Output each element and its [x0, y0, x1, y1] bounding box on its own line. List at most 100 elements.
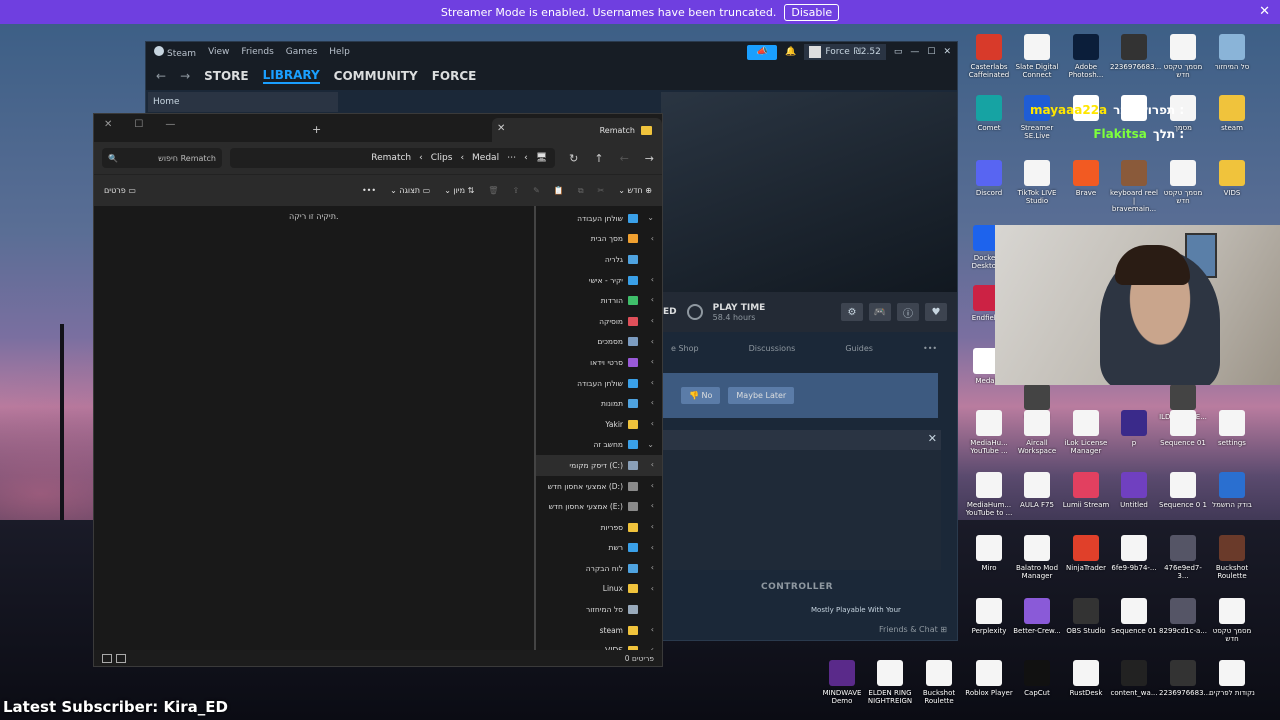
nav-community[interactable]: COMMUNITY	[334, 69, 418, 83]
desktop-shortcut[interactable]: steam	[1208, 95, 1256, 132]
desktop-shortcut[interactable]: OBS Studio	[1062, 598, 1110, 635]
desktop-shortcut[interactable]: Brave	[1062, 160, 1110, 197]
desktop-shortcut[interactable]: מסמך טקסט חדש	[1159, 34, 1207, 79]
sidebar-item[interactable]: דיסק מקומי (C:) ‹	[536, 455, 662, 476]
sidebar-item[interactable]: Linux ‹	[536, 579, 662, 600]
breadcrumb-item[interactable]: Clips	[431, 153, 453, 163]
sidebar-item[interactable]: סרטי וידאו ‹	[536, 352, 662, 373]
maximize-icon[interactable]: ☐	[927, 47, 935, 57]
user-account-button[interactable]: Force ₪2.52	[804, 44, 886, 60]
rename-icon[interactable]: ✎	[533, 186, 540, 195]
desktop-shortcut[interactable]: Aircall Workspace	[1013, 410, 1061, 455]
close-banner-icon[interactable]: ✕	[1259, 4, 1270, 19]
desktop-shortcut[interactable]: בודק החשמל	[1208, 472, 1256, 509]
desktop-shortcut[interactable]: settings	[1208, 410, 1256, 447]
desktop-shortcut[interactable]: MediaHum... YouTube to ...	[965, 472, 1013, 517]
nav-store[interactable]: STORE	[204, 69, 248, 83]
back-arrow-icon[interactable]: ←	[156, 69, 166, 83]
chevron-icon[interactable]: ‹	[651, 543, 654, 552]
desktop-shortcut[interactable]: נקודות לפרקים	[1208, 660, 1256, 697]
sidebar-item[interactable]: גלריה	[536, 249, 662, 270]
chevron-icon[interactable]: ‹	[651, 501, 654, 510]
no-button[interactable]: 👎 No	[681, 387, 721, 404]
details-view-icon[interactable]	[116, 653, 126, 663]
desktop-shortcut[interactable]: Sequence 01	[1159, 410, 1207, 447]
sidebar-item[interactable]: שולחן העבודה ⌄	[536, 208, 662, 229]
settings-gear-icon[interactable]: ⚙	[841, 303, 863, 321]
chevron-icon[interactable]: ‹	[651, 316, 654, 325]
desktop-shortcut[interactable]: Sequence 0 1	[1159, 472, 1207, 509]
desktop-shortcut[interactable]: Balatro Mod Manager	[1013, 535, 1061, 580]
panel-close-icon[interactable]: ✕	[928, 432, 937, 445]
desktop-shortcut[interactable]: מסמך טקסט חדש	[1159, 160, 1207, 205]
desktop-shortcut[interactable]: סל המיחזור	[1208, 34, 1256, 71]
sidebar-item[interactable]: סל המיחזור	[536, 599, 662, 620]
desktop-shortcut[interactable]: VIDS	[1208, 160, 1256, 197]
sidebar-item[interactable]: אמצעי אחסון חדש (D:) ‹	[536, 476, 662, 497]
chevron-icon[interactable]: ‹	[651, 357, 654, 366]
desktop-shortcut[interactable]: Perplexity	[965, 598, 1013, 635]
chevron-icon[interactable]: ‹	[651, 398, 654, 407]
desktop-shortcut[interactable]: Adobe Photosh...	[1062, 34, 1110, 79]
sidebar-item[interactable]: אמצעי אחסון חדש (E:) ‹	[536, 496, 662, 517]
tab-shop[interactable]: e Shop	[671, 344, 699, 353]
notification-bell-icon[interactable]: 🔔	[785, 47, 796, 57]
nav-profile[interactable]: FORCE	[432, 69, 477, 83]
sidebar-item[interactable]: ספריות ‹	[536, 517, 662, 538]
view-button[interactable]: ⌄ תצוגה ▭	[390, 186, 430, 195]
info-icon[interactable]: ⓘ	[897, 303, 919, 321]
chevron-icon[interactable]: ‹	[651, 625, 654, 634]
desktop-shortcut[interactable]: TikTok LIVE Studio	[1013, 160, 1061, 205]
chevron-icon[interactable]: ‹	[651, 234, 654, 243]
sidebar-item[interactable]: מסמכים ‹	[536, 332, 662, 353]
close-icon[interactable]: ✕	[104, 119, 112, 130]
chevron-icon[interactable]: ‹	[651, 419, 654, 428]
new-button[interactable]: ⌄ חדש ⊕	[618, 186, 652, 195]
forward-arrow-icon[interactable]: →	[180, 69, 190, 83]
desktop-shortcut[interactable]: Slate Digital Connect	[1013, 34, 1061, 79]
friends-chat-button[interactable]: Friends & Chat ⊞	[879, 625, 947, 634]
breadcrumb-item[interactable]: Medal	[472, 153, 499, 163]
chevron-icon[interactable]: ‹	[651, 563, 654, 572]
desktop-shortcut[interactable]: MINDWAVE Demo	[818, 660, 866, 705]
desktop-shortcut[interactable]: 2236976683...	[1110, 34, 1161, 71]
sidebar-item[interactable]: מוסיקה ‹	[536, 311, 662, 332]
sidebar-item[interactable]: Yakir ‹	[536, 414, 662, 435]
desktop-shortcut[interactable]: 476e9ed7-3...	[1159, 535, 1207, 580]
steam-menu-games[interactable]: Games	[286, 47, 317, 57]
desktop-shortcut[interactable]: Comet	[965, 95, 1013, 132]
chevron-icon[interactable]: ‹	[651, 584, 654, 593]
sidebar-item[interactable]: לוח הבקרה ‹	[536, 558, 662, 579]
desktop-shortcut[interactable]: Better-Crew...	[1013, 598, 1061, 635]
share-icon[interactable]: ⇪	[512, 186, 519, 195]
sidebar-item[interactable]: הורדות ‹	[536, 290, 662, 311]
sidebar-item[interactable]: steam ‹	[536, 620, 662, 641]
maximize-icon[interactable]: ☐	[134, 119, 143, 130]
breadcrumb[interactable]: Rematch ‹ Clips ‹ Medal ⋯ ‹ 🖥	[230, 148, 556, 168]
disable-streamer-mode-button[interactable]: Disable	[784, 3, 840, 21]
chevron-icon[interactable]: ‹	[651, 295, 654, 304]
copy-icon[interactable]: ⧉	[578, 186, 584, 196]
delete-icon[interactable]: 🗑	[488, 186, 498, 195]
refresh-icon[interactable]: ↻	[569, 152, 578, 165]
forward-arrow-icon[interactable]: ←	[620, 152, 629, 165]
desktop-shortcut[interactable]: content_wa...	[1110, 660, 1158, 697]
controller-icon[interactable]: 🎮	[869, 303, 891, 321]
desktop-shortcut[interactable]: p	[1110, 410, 1158, 447]
tab-guides[interactable]: Guides	[845, 344, 873, 353]
desktop-shortcut[interactable]: Roblox Player	[965, 660, 1013, 697]
sidebar-item[interactable]: רשת ‹	[536, 538, 662, 559]
favorite-heart-icon[interactable]: ♥	[925, 303, 947, 321]
desktop-shortcut[interactable]: ELDEN RING NIGHTREIGN	[866, 660, 914, 705]
library-home-button[interactable]: Home	[148, 92, 338, 112]
sidebar-item[interactable]: יקיר - אישי ‹	[536, 270, 662, 291]
chevron-icon[interactable]: ‹	[651, 481, 654, 490]
more-icon[interactable]: ⋯	[507, 153, 516, 163]
steam-menu-view[interactable]: View	[208, 47, 229, 57]
tab-close-icon[interactable]: ✕	[497, 123, 505, 134]
desktop-shortcut[interactable]: Miro	[965, 535, 1013, 572]
breadcrumb-item[interactable]: Rematch	[371, 153, 411, 163]
chevron-icon[interactable]: ‹	[651, 460, 654, 469]
desktop-shortcut[interactable]: Sequence 01	[1110, 598, 1158, 635]
steam-menu-steam[interactable]: Steam	[154, 45, 196, 59]
